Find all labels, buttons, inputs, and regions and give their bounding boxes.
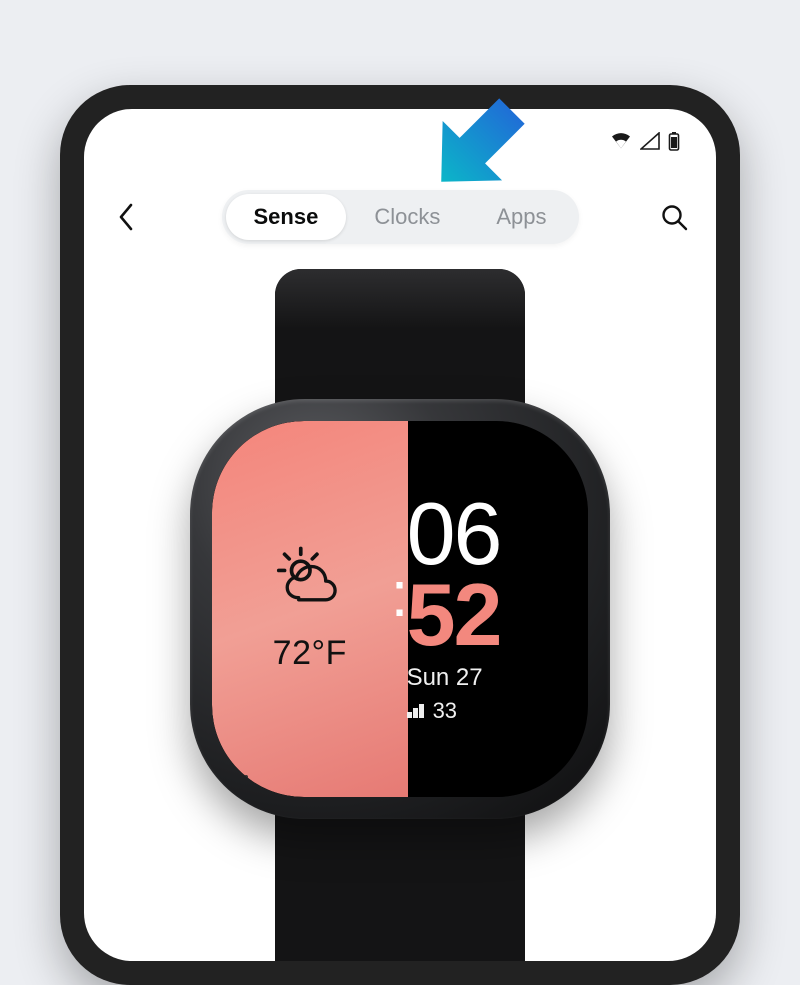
watch-case: 72°F : 06 52 Sun 27	[190, 399, 610, 819]
wifi-icon	[610, 132, 632, 150]
phone-frame: Sense Clocks Apps	[60, 85, 740, 985]
tab-apps[interactable]: Apps	[468, 194, 574, 240]
time-hours: 06	[407, 494, 501, 575]
page-dots	[228, 775, 248, 779]
time-colon: :	[391, 557, 409, 631]
watchface-right-panel: : 06 52 Sun 27 3	[407, 421, 572, 797]
watchface-left-panel: 72°F	[212, 421, 408, 797]
back-button[interactable]	[106, 197, 146, 237]
signal-icon	[640, 132, 660, 150]
tab-sense[interactable]: Sense	[226, 194, 347, 240]
floors-value: 33	[433, 698, 457, 724]
tab-label: Apps	[496, 204, 546, 229]
search-icon	[660, 203, 688, 231]
tab-label: Clocks	[374, 204, 440, 229]
chevron-left-icon	[117, 202, 135, 232]
tab-label: Sense	[254, 204, 319, 229]
watch-display: 72°F : 06 52 Sun 27	[212, 421, 588, 797]
time-minutes: 52	[407, 575, 501, 656]
phone-screen: Sense Clocks Apps	[84, 109, 716, 961]
tab-clocks[interactable]: Clocks	[346, 194, 468, 240]
segmented-tabs: Sense Clocks Apps	[222, 190, 579, 244]
status-bar	[610, 131, 680, 151]
date-label: Sun 27	[407, 664, 483, 692]
floors-stat: 33	[407, 698, 457, 724]
top-nav: Sense Clocks Apps	[84, 189, 716, 245]
floors-icon	[407, 698, 427, 724]
temperature-value: 72°F	[273, 634, 347, 673]
battery-icon	[668, 131, 680, 151]
search-button[interactable]	[654, 197, 694, 237]
content-area: 72°F : 06 52 Sun 27	[84, 269, 716, 961]
weather-icon	[273, 545, 347, 624]
